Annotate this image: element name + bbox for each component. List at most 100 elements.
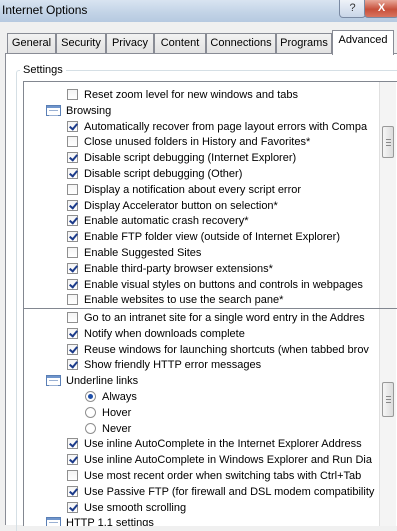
radio-selected[interactable] — [85, 391, 96, 402]
help-button[interactable]: ? — [339, 0, 366, 18]
radio-option-never[interactable]: Never — [85, 421, 377, 437]
setting-use-most-recent-order-when-switching-tab[interactable]: Use most recent order when switching tab… — [67, 468, 377, 484]
category-folder-icon — [46, 104, 61, 116]
checkbox-unchecked[interactable] — [67, 247, 78, 258]
setting-label: Use smooth scrolling — [84, 501, 187, 514]
lower-scroll-thumb[interactable] — [382, 382, 394, 417]
setting-use-inline-autocomplete-in-windows-explo[interactable]: Use inline AutoComplete in Windows Explo… — [67, 452, 377, 468]
advanced-page: Settings Reset zoom level for new window… — [5, 53, 397, 531]
settings-tree: Reset zoom level for new windows and tab… — [23, 81, 397, 526]
setting-go-to-an-intranet-site-for-a-single-word[interactable]: Go to an intranet site for a single word… — [67, 310, 377, 326]
tab-programs[interactable]: Programs — [276, 33, 332, 53]
setting-label: Go to an intranet site for a single word… — [84, 312, 365, 324]
setting-show-friendly-http-error-messages[interactable]: Show friendly HTTP error messages — [67, 357, 377, 373]
radio-option-always[interactable]: Always — [85, 389, 377, 405]
setting-label: Browsing — [66, 104, 112, 117]
checkbox-checked[interactable] — [67, 231, 78, 243]
lower-scrollbar[interactable] — [379, 309, 396, 526]
checkbox-unchecked[interactable] — [67, 470, 78, 481]
checkbox-checked[interactable] — [67, 168, 78, 179]
setting-use-smooth-scrolling[interactable]: Use smooth scrolling — [67, 500, 377, 516]
setting-enable-automatic-crash-recovery[interactable]: Enable automatic crash recovery* — [67, 213, 377, 229]
setting-enable-ftp-folder-view-outside-of-intern[interactable]: Enable FTP folder view (outside of Inter… — [67, 229, 377, 245]
checkbox-checked[interactable] — [67, 152, 78, 164]
tab-privacy[interactable]: Privacy — [106, 33, 154, 53]
setting-reuse-windows-for-launching-shortcuts-wh[interactable]: Reuse windows for launching shortcuts (w… — [67, 342, 377, 358]
setting-label: Use most recent order when switching tab… — [84, 470, 362, 482]
checkbox-checked[interactable] — [67, 262, 78, 274]
tab-connections[interactable]: Connections — [206, 33, 276, 53]
close-button[interactable]: X — [364, 0, 397, 18]
close-icon: X — [377, 2, 386, 14]
setting-label: Close unused folders in History and Favo… — [84, 136, 311, 149]
setting-label: Enable websites to use the search pane* — [84, 294, 284, 307]
checkbox-checked[interactable] — [67, 485, 78, 497]
upper-scroll-thumb[interactable] — [382, 126, 394, 158]
window-title: Internet Options — [2, 3, 88, 17]
setting-label: Enable automatic crash recovery* — [84, 215, 249, 228]
setting-close-unused-folders-in-history-and-favo[interactable]: Close unused folders in History and Favo… — [67, 134, 377, 150]
radio-unselected[interactable] — [85, 406, 96, 418]
setting-enable-visual-styles-on-buttons-and-cont[interactable]: Enable visual styles on buttons and cont… — [67, 277, 377, 293]
setting-use-passive-ftp-for-firewall-and-dsl-mod[interactable]: Use Passive FTP (for firewall and DSL mo… — [67, 484, 377, 500]
checkbox-checked[interactable] — [67, 278, 78, 290]
setting-label: Disable script debugging (Internet Explo… — [84, 152, 297, 165]
setting-label: Automatically recover from page layout e… — [84, 120, 368, 133]
settings-label: Settings — [20, 64, 66, 76]
setting-display-a-notification-about-every-scrip[interactable]: Display a notification about every scrip… — [67, 182, 377, 198]
title-bar: Internet Options ? X — [0, 0, 397, 23]
tab-general[interactable]: General — [7, 33, 56, 53]
checkbox-checked[interactable] — [67, 359, 78, 371]
setting-disable-script-debugging-internet-explor[interactable]: Disable script debugging (Internet Explo… — [67, 150, 377, 166]
tab-content[interactable]: Content — [154, 33, 206, 53]
category-underline-links: Underline links — [46, 373, 377, 389]
radio-unselected[interactable] — [85, 422, 96, 434]
tab-security[interactable]: Security — [56, 33, 106, 53]
setting-enable-websites-to-use-the-search-pane[interactable]: Enable websites to use the search pane* — [67, 292, 377, 308]
setting-label: Display a notification about every scrip… — [84, 183, 302, 196]
checkbox-unchecked[interactable] — [67, 136, 78, 148]
category-folder-icon — [46, 375, 61, 387]
upper-scrollbar[interactable] — [379, 82, 396, 308]
setting-label: Show friendly HTTP error messages — [84, 359, 262, 372]
setting-label: Hover — [102, 406, 132, 419]
checkbox-checked[interactable] — [67, 120, 78, 132]
setting-label: Enable visual styles on buttons and cont… — [84, 278, 363, 291]
setting-enable-suggested-sites[interactable]: Enable Suggested Sites — [67, 245, 377, 261]
setting-label: HTTP 1.1 settings — [66, 517, 154, 526]
setting-automatically-recover-from-page-layout-e[interactable]: Automatically recover from page layout e… — [67, 119, 377, 135]
setting-display-accelerator-button-on-selection[interactable]: Display Accelerator button on selection* — [67, 198, 377, 214]
checkbox-checked[interactable] — [67, 199, 78, 211]
checkbox-checked[interactable] — [67, 215, 78, 227]
setting-label: Notify when downloads complete — [84, 327, 245, 340]
checkbox-checked[interactable] — [67, 454, 78, 466]
setting-label: Underline links — [66, 375, 139, 388]
checkbox-unchecked[interactable] — [67, 89, 78, 100]
checkbox-unchecked[interactable] — [67, 294, 78, 306]
setting-label: Enable Suggested Sites — [84, 247, 202, 259]
help-icon: ? — [349, 2, 356, 14]
checkbox-checked[interactable] — [67, 343, 78, 355]
setting-use-inline-autocomplete-in-the-internet-[interactable]: Use inline AutoComplete in the Internet … — [67, 436, 377, 452]
setting-label: Enable FTP folder view (outside of Inter… — [84, 231, 340, 244]
setting-label: Disable script debugging (Other) — [84, 168, 243, 180]
checkbox-checked[interactable] — [67, 501, 78, 513]
setting-reset-zoom-level-for-new-windows-and-tab[interactable]: Reset zoom level for new windows and tab… — [67, 87, 377, 103]
setting-label: Use Passive FTP (for firewall and DSL mo… — [84, 485, 375, 498]
setting-label: Reuse windows for launching shortcuts (w… — [84, 343, 369, 356]
category-browsing: Browsing — [46, 103, 377, 119]
setting-enable-third-party-browser-extensions[interactable]: Enable third-party browser extensions* — [67, 261, 377, 277]
checkbox-checked[interactable] — [67, 438, 78, 450]
setting-notify-when-downloads-complete[interactable]: Notify when downloads complete — [67, 326, 377, 342]
setting-label: Never — [102, 422, 132, 435]
setting-disable-script-debugging-other[interactable]: Disable script debugging (Other) — [67, 166, 377, 182]
radio-option-hover[interactable]: Hover — [85, 405, 377, 421]
checkbox-unchecked[interactable] — [67, 183, 78, 195]
checkbox-unchecked[interactable] — [67, 312, 78, 323]
setting-label: Display Accelerator button on selection* — [84, 199, 278, 212]
checkbox-checked[interactable] — [67, 327, 78, 339]
tab-advanced[interactable]: Advanced — [332, 30, 394, 55]
setting-label: Always — [102, 391, 137, 403]
setting-label: Reset zoom level for new windows and tab… — [84, 89, 298, 101]
category-http-1-1-settings: HTTP 1.1 settings — [46, 515, 377, 526]
